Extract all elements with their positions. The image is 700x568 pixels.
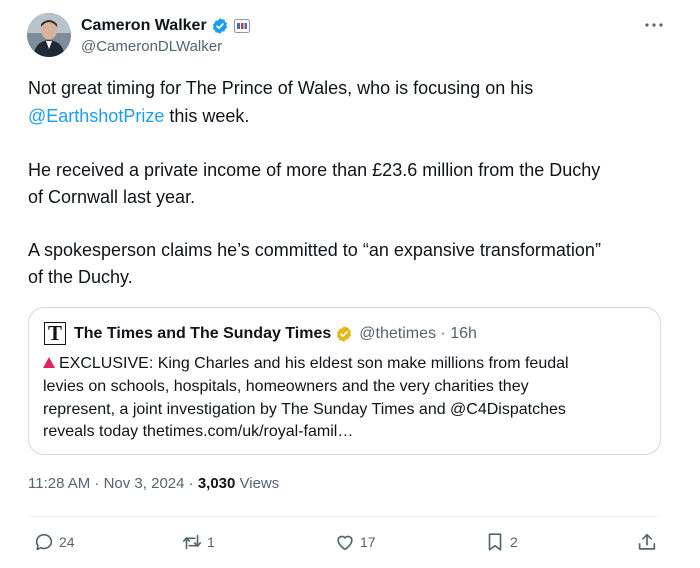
tweet-meta: 11:28 AM · Nov 3, 2024 · 3,030 Views xyxy=(28,475,279,492)
avatar-image xyxy=(27,13,71,57)
quoted-text-line: reveals today thetimes.com/uk/royal-fami… xyxy=(43,423,354,440)
affiliate-badge-icon[interactable] xyxy=(233,19,250,33)
bookmark-button[interactable]: 2 xyxy=(484,530,518,554)
tweet-text-line: He received a private income of more tha… xyxy=(28,157,600,183)
quoted-header: The Times and The Sunday Times @thetimes… xyxy=(74,324,477,344)
verified-badge-icon[interactable] xyxy=(211,17,229,35)
tweet-text: of Cornwall last year. xyxy=(28,187,196,207)
avatar[interactable] xyxy=(27,13,71,57)
tweet-text: A spokesperson claims he’s committed to … xyxy=(28,240,601,260)
like-count: 17 xyxy=(360,534,376,550)
quoted-author-name[interactable]: The Times and The Sunday Times xyxy=(74,325,331,343)
repost-icon xyxy=(182,534,202,550)
repost-count: 1 xyxy=(207,534,215,550)
tweet-text: of the Duchy. xyxy=(28,267,133,287)
verified-badge-icon[interactable] xyxy=(335,325,353,343)
share-button[interactable] xyxy=(636,530,658,554)
timestamp[interactable]: 11:28 AM · Nov 3, 2024 · xyxy=(28,475,198,492)
reply-icon xyxy=(35,533,53,551)
tweet-text-line: A spokesperson claims he’s committed to … xyxy=(28,237,601,263)
quoted-handle-time[interactable]: @thetimes · 16h xyxy=(359,325,477,343)
mention-link[interactable]: @EarthshotPrize xyxy=(28,106,164,126)
divider xyxy=(28,516,661,517)
reply-button[interactable]: 24 xyxy=(33,530,75,554)
quoted-text-line: levies on schools, hospitals, homeowners… xyxy=(43,378,529,395)
share-icon xyxy=(638,533,656,550)
more-icon[interactable] xyxy=(643,16,665,34)
author-name-row: Cameron Walker xyxy=(81,15,250,37)
tweet-text-line: of Cornwall last year. xyxy=(28,184,195,210)
like-button[interactable]: 17 xyxy=(334,530,376,554)
author-handle[interactable]: @CameronDLWalker xyxy=(81,38,222,55)
tweet-text-line: Not great timing for The Prince of Wales… xyxy=(28,75,533,101)
tweet-text: Not great timing for The Prince of Wales… xyxy=(28,78,534,98)
author-name[interactable]: Cameron Walker xyxy=(81,17,207,35)
tweet-text-line: @EarthshotPrize this week. xyxy=(28,103,249,129)
repost-button[interactable]: 1 xyxy=(181,530,215,554)
views-label: Views xyxy=(235,475,280,492)
tweet-text: this week. xyxy=(164,106,250,126)
quoted-text: EXCLUSIVE: King Charles and his eldest s… xyxy=(59,355,569,372)
quoted-text-line: represent, a joint investigation by The … xyxy=(43,401,566,418)
bookmark-count: 2 xyxy=(510,534,518,550)
red-triangle-icon xyxy=(43,357,55,368)
tweet-text-line: of the Duchy. xyxy=(28,264,133,290)
tweet-text: He received a private income of more tha… xyxy=(28,160,601,180)
reply-count: 24 xyxy=(59,534,75,550)
quoted-text-line: EXCLUSIVE: King Charles and his eldest s… xyxy=(43,352,569,375)
like-icon xyxy=(337,535,353,551)
quoted-avatar[interactable]: T xyxy=(44,322,66,345)
views-count: 3,030 xyxy=(197,475,236,492)
bookmark-icon xyxy=(488,533,502,551)
